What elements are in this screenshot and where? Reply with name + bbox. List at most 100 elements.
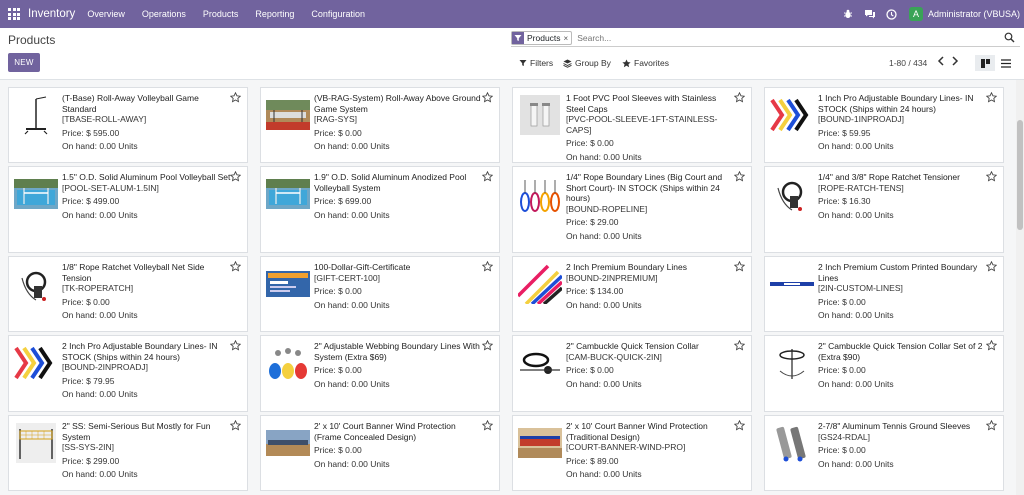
product-price: Price: $ 0.00 — [818, 365, 866, 375]
product-info: 2 Inch Pro Adjustable Boundary Lines- IN… — [62, 341, 231, 400]
favorite-star-icon[interactable] — [229, 170, 242, 182]
product-price: Price: $ 16.30 — [818, 196, 871, 206]
kanban-view-icon[interactable] — [975, 55, 995, 71]
favorite-star-icon[interactable] — [481, 170, 494, 182]
apps-menu-icon[interactable] — [0, 0, 28, 28]
product-image — [266, 172, 310, 216]
pager-next-icon[interactable] — [951, 56, 959, 69]
product-card[interactable]: 1.5" O.D. Solid Aluminum Pool Volleyball… — [8, 166, 248, 253]
product-card[interactable]: 2' x 10' Court Banner Wind Protection (T… — [512, 415, 752, 491]
favorite-star-icon[interactable] — [481, 419, 494, 431]
product-code: [BOUND-2INPREMIUM] — [566, 272, 658, 283]
favorite-star-icon[interactable] — [985, 170, 998, 182]
product-image — [770, 262, 814, 306]
favorite-star-icon[interactable] — [985, 91, 998, 103]
product-name: (T-Base) Roll-Away Volleyball Game Stand… — [62, 93, 199, 114]
menu-configuration[interactable]: Configuration — [311, 9, 365, 19]
user-avatar[interactable]: A — [908, 7, 923, 21]
groupby-button[interactable]: Group By — [563, 58, 611, 68]
favorite-star-icon[interactable] — [229, 91, 242, 103]
product-info: 2-7/8" Aluminum Tennis Ground Sleeves [GS… — [818, 421, 987, 469]
product-card[interactable]: 2' x 10' Court Banner Wind Protection (F… — [260, 415, 500, 491]
product-card[interactable]: 2" Adjustable Webbing Boundary Lines Wit… — [260, 335, 500, 412]
pager-value[interactable]: 1-80 / 434 — [889, 58, 927, 68]
clock-icon[interactable] — [881, 0, 903, 28]
product-card[interactable]: (VB-RAG-System) Roll-Away Above Ground G… — [260, 87, 500, 163]
product-onhand: On hand: 0.00 Units — [314, 299, 390, 310]
product-image — [770, 172, 814, 216]
menu-operations[interactable]: Operations — [142, 9, 186, 19]
bug-icon[interactable] — [837, 0, 859, 28]
favorite-star-icon[interactable] — [481, 260, 494, 272]
pager-previous-icon[interactable] — [937, 56, 945, 69]
product-card[interactable]: 1 Inch Pro Adjustable Boundary Lines- IN… — [764, 87, 1004, 163]
menu-products[interactable]: Products — [203, 9, 239, 19]
favorite-star-icon[interactable] — [733, 91, 746, 103]
product-card[interactable]: 2 Inch Pro Adjustable Boundary Lines- IN… — [8, 335, 248, 412]
product-price: Price: $ 134.00 — [566, 286, 624, 296]
product-code: [POOL-SET-ALUM-1.5IN] — [62, 182, 159, 193]
product-onhand: On hand: 0.00 Units — [566, 469, 642, 479]
product-card[interactable]: 1 Foot PVC Pool Sleeves with Stainless S… — [512, 87, 752, 163]
product-name: 2" SS: Semi-Serious But Mostly for Fun S… — [62, 421, 211, 442]
facet-remove-button[interactable]: × — [564, 34, 572, 43]
favorites-button[interactable]: Favorites — [622, 58, 669, 68]
product-name: 1/4" and 3/8" Rope Ratchet Tensioner — [818, 172, 960, 182]
product-onhand: On hand: 0.00 Units — [566, 378, 642, 389]
product-card[interactable]: 2" SS: Semi-Serious But Mostly for Fun S… — [8, 415, 248, 491]
filters-label: Filters — [530, 58, 554, 68]
menu-overview[interactable]: Overview — [87, 9, 125, 19]
search-icon[interactable] — [1004, 32, 1016, 44]
search-input[interactable] — [577, 33, 978, 43]
product-card[interactable]: (T-Base) Roll-Away Volleyball Game Stand… — [8, 87, 248, 163]
product-onhand: On hand: 0.00 Units — [314, 141, 390, 151]
product-card[interactable]: 1.9" O.D. Solid Aluminum Anodized Pool V… — [260, 166, 500, 253]
product-card[interactable]: 1/4" Rope Boundary Lines (Big Court and … — [512, 166, 752, 253]
product-card[interactable]: 2-7/8" Aluminum Tennis Ground Sleeves [GS… — [764, 415, 1004, 491]
favorite-star-icon[interactable] — [985, 419, 998, 431]
product-price: Price: $ 595.00 — [62, 127, 120, 138]
list-view-icon[interactable] — [996, 55, 1016, 71]
star-icon — [622, 58, 631, 67]
scrollbar[interactable] — [1016, 80, 1024, 495]
product-info: 1/8" Rope Ratchet Volleyball Net Side Te… — [62, 262, 231, 321]
favorite-star-icon[interactable] — [985, 260, 998, 272]
product-card[interactable]: 2 Inch Premium Custom Printed Boundary L… — [764, 256, 1004, 332]
user-name[interactable]: Administrator (VBUSA) — [928, 9, 1020, 19]
product-image — [518, 341, 562, 385]
filters-button[interactable]: Filters — [519, 58, 553, 68]
app-name[interactable]: Inventory — [28, 8, 75, 20]
product-info: 2" Cambuckle Quick Tension Collar [CAM-BU… — [566, 341, 735, 389]
product-card[interactable]: 1/8" Rope Ratchet Volleyball Net Side Te… — [8, 256, 248, 332]
product-image — [266, 262, 310, 306]
chat-icon[interactable] — [859, 0, 881, 28]
product-image — [518, 172, 562, 216]
product-info: 1 Foot PVC Pool Sleeves with Stainless S… — [566, 93, 735, 162]
product-card[interactable]: 2 Inch Premium Boundary Lines [BOUND-2INP… — [512, 256, 752, 332]
product-onhand: On hand: 0.00 Units — [314, 458, 390, 469]
scrollbar-thumb[interactable] — [1017, 120, 1023, 230]
product-info: 2 Inch Premium Custom Printed Boundary L… — [818, 262, 987, 321]
product-code: [COURT-BANNER-WIND-PRO] — [566, 442, 686, 452]
product-code: [SS-SYS-2IN] — [62, 442, 114, 452]
new-button[interactable]: NEW — [8, 53, 40, 72]
favorite-star-icon[interactable] — [733, 260, 746, 272]
favorites-label: Favorites — [634, 58, 669, 68]
favorite-star-icon[interactable] — [985, 339, 998, 351]
favorite-star-icon[interactable] — [733, 170, 746, 182]
favorite-star-icon[interactable] — [229, 260, 242, 272]
favorite-star-icon[interactable] — [481, 339, 494, 351]
favorite-star-icon[interactable] — [229, 419, 242, 431]
favorite-star-icon[interactable] — [229, 339, 242, 351]
favorite-star-icon[interactable] — [733, 419, 746, 431]
product-card[interactable]: 2" Cambuckle Quick Tension Collar Set of… — [764, 335, 1004, 412]
product-card[interactable]: 1/4" and 3/8" Rope Ratchet Tensioner [ROP… — [764, 166, 1004, 253]
product-card[interactable]: 100-Dollar-Gift-Certificate [GIFT-CERT-10… — [260, 256, 500, 332]
product-card[interactable]: 2" Cambuckle Quick Tension Collar [CAM-BU… — [512, 335, 752, 412]
menu-reporting[interactable]: Reporting — [255, 9, 294, 19]
favorite-star-icon[interactable] — [733, 339, 746, 351]
product-info: 1.5" O.D. Solid Aluminum Pool Volleyball… — [62, 172, 231, 220]
favorite-star-icon[interactable] — [481, 91, 494, 103]
product-price: Price: $ 699.00 — [314, 196, 372, 206]
product-onhand: On hand: 0.00 Units — [818, 209, 894, 220]
